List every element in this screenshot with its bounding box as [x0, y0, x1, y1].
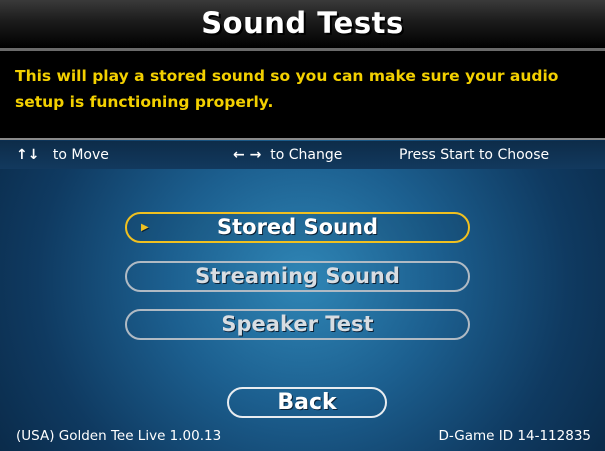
- streaming-sound-button[interactable]: Streaming Sound: [125, 261, 470, 292]
- back-label: Back: [277, 390, 337, 415]
- footer: (USA) Golden Tee Live 1.00.13 D-Game ID …: [0, 426, 605, 446]
- selection-cursor-icon: ▶: [141, 222, 149, 233]
- move-hint: ↑↓ to Move: [16, 141, 109, 169]
- description-text: This will play a stored sound so you can…: [15, 67, 559, 111]
- description-panel: This will play a stored sound so you can…: [0, 51, 605, 140]
- speaker-test-label: Speaker Test: [221, 312, 374, 336]
- stored-sound-label: Stored Sound: [216, 215, 379, 239]
- back-button[interactable]: Back: [227, 387, 387, 418]
- left-right-arrows-icon: ← →: [233, 147, 262, 163]
- controls-help-bar: ↑↓ to Move ← → to Change Press Start to …: [0, 141, 605, 169]
- stored-sound-button[interactable]: ▶ Stored Sound: [125, 212, 470, 243]
- up-down-arrows-icon: ↑↓: [16, 147, 40, 163]
- streaming-sound-label: Streaming Sound: [195, 264, 400, 288]
- move-hint-label: to Move: [52, 147, 109, 163]
- choose-hint: Press Start to Choose: [399, 147, 550, 163]
- version-text: (USA) Golden Tee Live 1.00.13: [16, 428, 222, 444]
- title-bar: Sound Tests: [0, 0, 605, 51]
- speaker-test-button[interactable]: Speaker Test: [125, 309, 470, 340]
- change-hint-label: to Change: [270, 147, 343, 163]
- game-id-text: D-Game ID 14-112835: [438, 428, 592, 444]
- page-title: Sound Tests: [201, 6, 404, 40]
- change-hint: ← → to Change: [233, 141, 342, 169]
